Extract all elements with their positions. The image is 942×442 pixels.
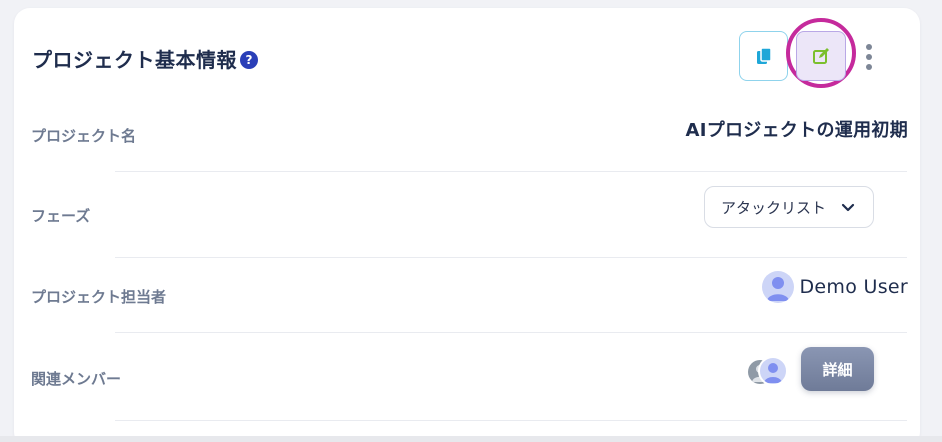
section-title: プロジェクト基本情報 — [32, 48, 237, 72]
copy-icon — [756, 47, 772, 64]
divider — [115, 257, 907, 258]
phase-label: フェーズ — [31, 207, 91, 225]
project-name-label: プロジェクト名 — [31, 127, 137, 145]
avatar — [761, 271, 794, 303]
page-bottom-edge — [0, 436, 942, 442]
project-name-value: AIプロジェクトの運用初期 — [685, 120, 908, 141]
owner-name: Demo User — [799, 276, 908, 298]
more-vertical-icon[interactable] — [862, 44, 876, 70]
section-header: プロジェクト基本情報 ? — [32, 44, 258, 73]
detail-button[interactable]: 詳細 — [801, 347, 874, 391]
chevron-down-icon — [841, 203, 855, 212]
member-avatars[interactable] — [748, 356, 790, 388]
divider — [115, 171, 907, 172]
avatar — [758, 356, 788, 386]
members-label: 関連メンバー — [31, 370, 122, 388]
question-circle-icon[interactable]: ? — [240, 50, 258, 69]
phase-value: アタックリスト — [721, 198, 827, 217]
owner-info: Demo User — [761, 271, 909, 303]
divider — [115, 332, 907, 333]
phase-select[interactable]: アタックリスト — [704, 186, 874, 228]
owner-label: プロジェクト担当者 — [31, 288, 167, 306]
copy-button[interactable] — [739, 31, 788, 81]
divider — [115, 420, 907, 421]
edit-icon — [813, 48, 829, 64]
edit-button[interactable] — [796, 31, 846, 81]
